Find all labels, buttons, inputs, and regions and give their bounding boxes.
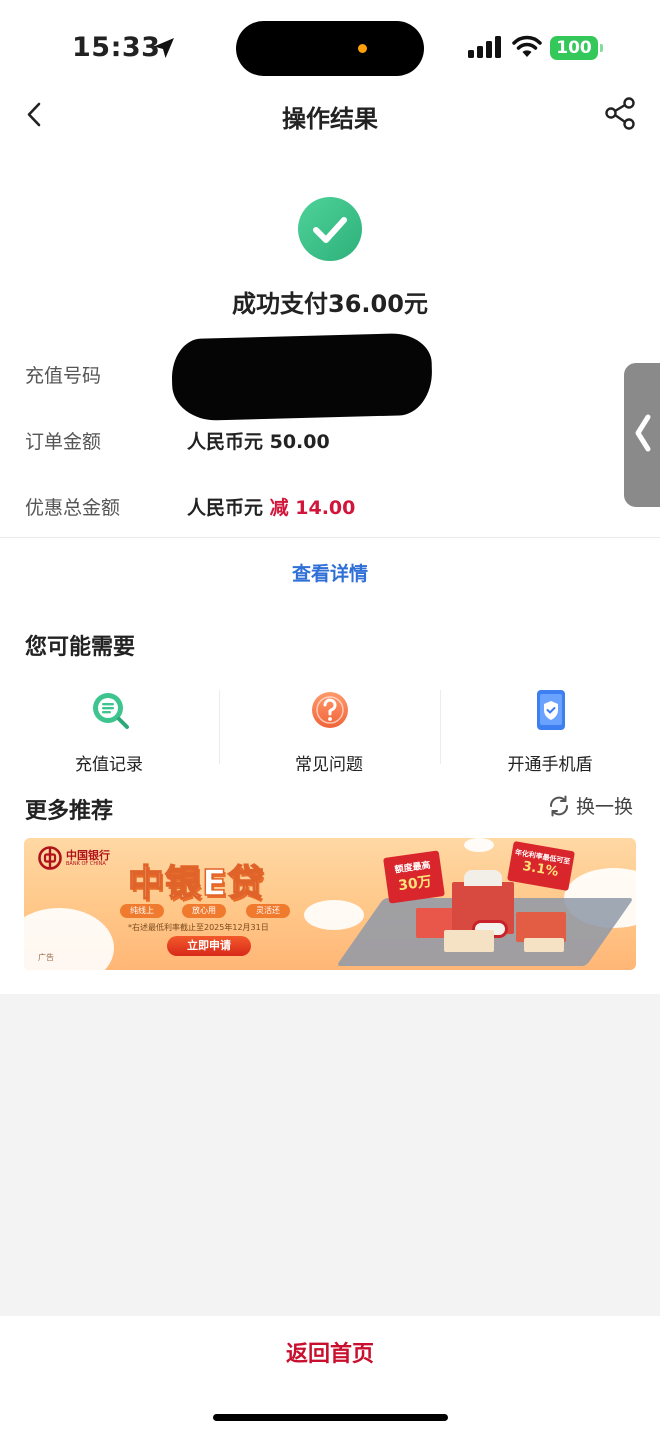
- discount-minus-label: 减: [269, 497, 289, 519]
- refresh-icon: [550, 795, 568, 817]
- view-details-link[interactable]: 查看详情: [0, 559, 660, 586]
- rate-board: 年化利率最低可至 3.1%: [506, 840, 576, 892]
- more-recommend-title: 更多推荐: [25, 799, 114, 824]
- divider: [440, 690, 441, 764]
- redacted-recharge-number: [170, 332, 434, 422]
- share-icon[interactable]: [602, 96, 638, 132]
- you-may-need-title: 您可能需要: [25, 635, 136, 660]
- quota-board: 额度最高 30万: [383, 850, 445, 904]
- quick-item-label: 开通手机盾: [507, 755, 593, 775]
- search-record-icon: [93, 693, 129, 729]
- phone-shield-icon: [537, 690, 565, 730]
- recharge-number-label: 充值号码: [25, 365, 102, 387]
- battery-indicator: 100: [550, 36, 603, 60]
- discount-total-value: 人民币元 减 14.00: [187, 493, 355, 520]
- cellular-signal-icon: [468, 36, 501, 58]
- dynamic-island: [236, 21, 424, 76]
- bottom-bar: 返回首页: [0, 1316, 660, 1434]
- discount-currency: 人民币元: [187, 497, 270, 519]
- bank-name-en: BANK OF CHINA: [66, 861, 106, 867]
- discount-amount: 14.00: [295, 497, 356, 519]
- cloud-decoration: [464, 838, 494, 852]
- location-arrow-icon: [154, 38, 174, 58]
- chevron-left-icon: [635, 414, 651, 452]
- banner-note: *右述最低利率截止至2025年12月31日: [128, 923, 269, 932]
- bank-of-china-logo-icon: [38, 846, 62, 870]
- status-bar: 15:33 100: [0, 0, 660, 96]
- quick-item-phone-shield[interactable]: 开通手机盾: [450, 686, 650, 776]
- cloud-decoration: [304, 900, 364, 930]
- ad-tag: 广告: [38, 953, 54, 962]
- side-float-handle[interactable]: [624, 363, 660, 507]
- apply-now-button[interactable]: 立即申请: [167, 936, 251, 956]
- building-illustration: [524, 938, 564, 952]
- banner-pill: 灵活还: [246, 904, 290, 918]
- result-panel: 成功支付36.00元 充值号码 订单金额 人民币元 50.00 优惠总金额 人民…: [0, 156, 660, 994]
- building-illustration: [464, 870, 502, 886]
- question-icon: [312, 692, 348, 728]
- wifi-icon: [512, 35, 542, 57]
- home-indicator[interactable]: [213, 1414, 448, 1421]
- banner-title: 中银E贷: [127, 862, 265, 905]
- return-home-button[interactable]: 返回首页: [0, 1336, 660, 1368]
- status-time: 15:33: [72, 32, 161, 63]
- quick-item-label: 常见问题: [295, 755, 363, 775]
- nav-bar: 操作结果: [0, 96, 660, 156]
- divider: [0, 537, 660, 538]
- swap-label: 换一换: [576, 796, 634, 818]
- privacy-indicator-dot: [358, 44, 367, 53]
- payment-success-text: 成功支付36.00元: [232, 290, 428, 318]
- banner-pill: 放心用: [182, 904, 226, 918]
- order-amount-label: 订单金额: [25, 431, 102, 453]
- loan-ad-banner[interactable]: 中国银行 BANK OF CHINA 中银E贷 纯线上 放心用 灵活还 *右述最…: [24, 838, 636, 970]
- quick-item-recharge-record[interactable]: 充值记录: [9, 686, 209, 776]
- swap-button[interactable]: 换一换: [547, 792, 639, 820]
- order-amount-value: 人民币元 50.00: [187, 431, 330, 453]
- quick-item-label: 充值记录: [75, 755, 143, 775]
- quick-item-faq[interactable]: 常见问题: [229, 686, 429, 776]
- building-illustration: [444, 930, 494, 952]
- banner-pill: 纯线上: [120, 904, 164, 918]
- divider: [219, 690, 220, 764]
- page-title: 操作结果: [282, 105, 378, 133]
- success-check-icon: [298, 197, 362, 261]
- discount-total-label: 优惠总金额: [25, 497, 121, 519]
